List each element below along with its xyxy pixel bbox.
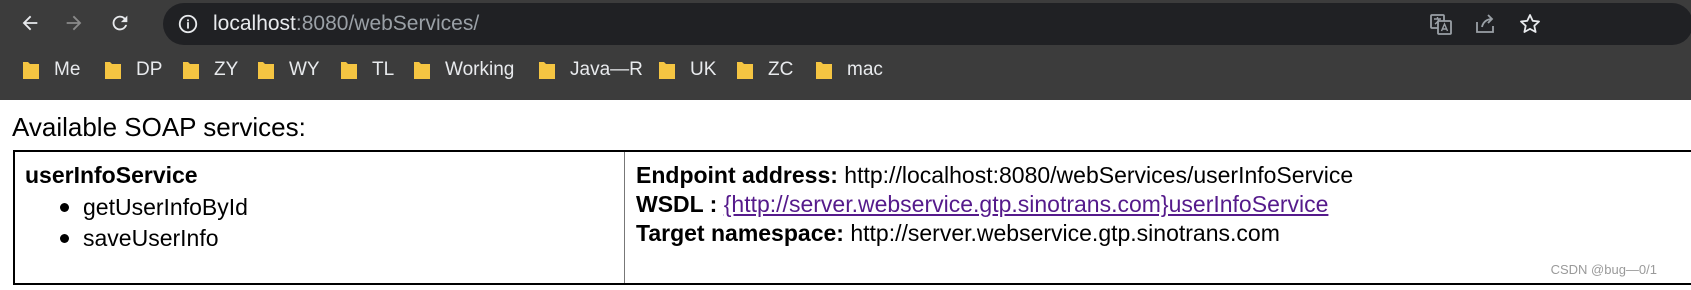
bookmark-label: WY xyxy=(289,59,320,80)
bookmark-folder-mac[interactable]: mac xyxy=(815,56,883,84)
wsdl-label: WSDL : xyxy=(636,191,718,217)
folder-icon xyxy=(22,60,40,80)
namespace-value: http://server.webservice.gtp.sinotrans.c… xyxy=(850,220,1280,246)
bookmark-label: ZY xyxy=(214,59,239,80)
bookmark-label: UK xyxy=(690,59,717,80)
bookmark-folder-zy[interactable]: ZY xyxy=(182,56,238,84)
bookmark-label: mac xyxy=(847,59,883,80)
bookmark-folder-working[interactable]: Working xyxy=(413,56,514,84)
bookmark-label: ZC xyxy=(768,59,794,80)
arrow-right-icon xyxy=(66,15,82,31)
folder-icon xyxy=(538,60,556,80)
browser-toolbar: localhost:8080/webServices/ xyxy=(0,0,1691,46)
folder-icon xyxy=(340,60,358,80)
folder-icon xyxy=(413,60,431,80)
folder-icon xyxy=(182,60,200,80)
share-icon[interactable] xyxy=(1473,12,1497,36)
folder-icon xyxy=(815,60,833,80)
operations-list: getUserInfoById saveUserInfo xyxy=(60,192,248,254)
bookmark-label: TL xyxy=(372,59,395,80)
bookmarks-bar: Me DP ZY WY TL Working Java—R UK ZC mac xyxy=(0,46,1691,94)
bookmark-folder-me[interactable]: Me xyxy=(22,56,80,84)
page-title: Available SOAP services: xyxy=(12,112,306,142)
bookmark-label: Java—R xyxy=(570,59,643,80)
bookmark-label: DP xyxy=(136,59,163,80)
bookmark-folder-java-r[interactable]: Java—R xyxy=(538,56,643,84)
reload-icon xyxy=(112,15,128,31)
bullet-icon xyxy=(60,234,69,243)
folder-icon xyxy=(104,60,122,80)
folder-icon xyxy=(257,60,275,80)
bookmark-folder-uk[interactable]: UK xyxy=(658,56,716,84)
endpoint-value: http://localhost:8080/webServices/userIn… xyxy=(844,162,1354,188)
back-button[interactable] xyxy=(13,6,47,40)
watermark: CSDN @bug—0/1 xyxy=(1550,262,1657,277)
list-item: saveUserInfo xyxy=(60,223,248,254)
url-path: :8080/webServices/ xyxy=(295,12,480,35)
endpoint-label: Endpoint address: xyxy=(636,162,838,188)
service-details-cell: Endpoint address: http://localhost:8080/… xyxy=(627,152,1691,283)
reload-button[interactable] xyxy=(103,6,137,40)
namespace-label: Target namespace: xyxy=(636,220,844,246)
folder-icon xyxy=(658,60,676,80)
info-icon[interactable] xyxy=(177,13,199,35)
namespace-line: Target namespace: http://server.webservi… xyxy=(636,220,1280,247)
bookmark-label: Working xyxy=(445,59,515,80)
forward-button[interactable] xyxy=(57,6,91,40)
translate-icon[interactable] xyxy=(1429,12,1453,36)
bookmark-folder-wy[interactable]: WY xyxy=(257,56,320,84)
services-table: userInfoService getUserInfoById saveUser… xyxy=(13,150,1691,285)
bookmark-folder-dp[interactable]: DP xyxy=(104,56,162,84)
endpoint-line: Endpoint address: http://localhost:8080/… xyxy=(636,162,1353,189)
bullet-icon xyxy=(60,203,69,212)
browser-chrome: localhost:8080/webServices/ Me DP ZY WY … xyxy=(0,0,1691,100)
operation-name: getUserInfoById xyxy=(83,194,248,220)
folder-icon xyxy=(736,60,754,80)
operation-name: saveUserInfo xyxy=(83,225,219,251)
service-name: userInfoService xyxy=(25,162,198,188)
bookmark-star-icon[interactable] xyxy=(1518,12,1542,36)
service-operations-cell: userInfoService getUserInfoById saveUser… xyxy=(15,152,625,283)
list-item: getUserInfoById xyxy=(60,192,248,223)
bookmark-folder-zc[interactable]: ZC xyxy=(736,56,793,84)
url-host: localhost xyxy=(213,12,296,35)
bookmark-label: Me xyxy=(54,59,81,80)
wsdl-line: WSDL : {http://server.webservice.gtp.sin… xyxy=(636,191,1328,218)
url-text[interactable]: localhost:8080/webServices/ xyxy=(213,12,479,36)
arrow-left-icon xyxy=(22,15,38,31)
wsdl-link[interactable]: {http://server.webservice.gtp.sinotrans.… xyxy=(724,191,1329,217)
bookmark-folder-tl[interactable]: TL xyxy=(340,56,394,84)
address-bar[interactable]: localhost:8080/webServices/ xyxy=(163,3,1691,45)
